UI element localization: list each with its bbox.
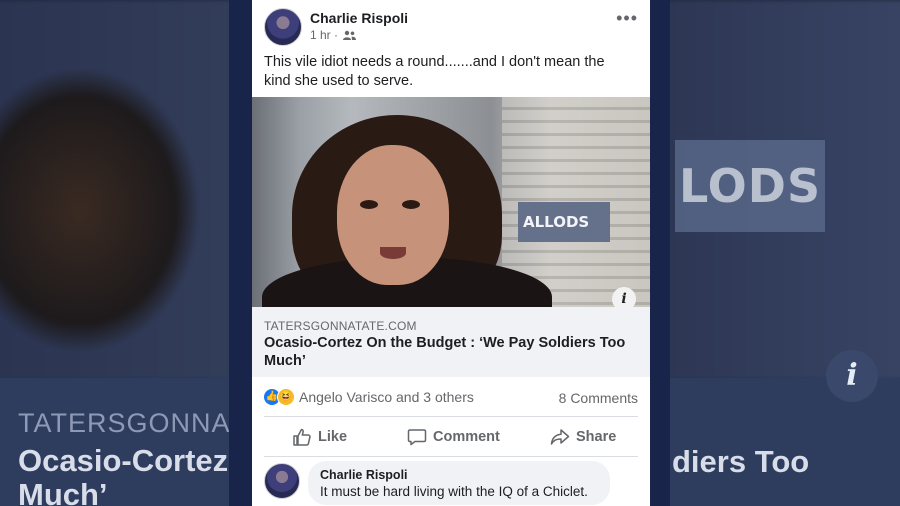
meta-separator: ·	[334, 28, 342, 42]
post-text: This vile idiot needs a round.......and …	[264, 54, 605, 89]
comment-text: It must be hard living with the IQ of a …	[320, 484, 588, 499]
info-icon[interactable]: i	[612, 287, 636, 307]
post-time[interactable]: 1 hr	[310, 28, 331, 42]
background-headline-line-2: Much’	[18, 477, 108, 506]
image-watermark: ALLODS	[518, 202, 610, 242]
comment-label: Comment	[433, 429, 500, 445]
comment-icon	[407, 429, 427, 446]
comment-avatar[interactable]	[264, 463, 300, 499]
haha-reaction-icon: 😆	[277, 388, 295, 407]
image-face	[337, 145, 449, 285]
link-title: Ocasio-Cortez On the Budget : ‘We Pay So…	[264, 335, 626, 369]
facebook-post: Charlie Rispoli 1 hr · ••• This vile idi…	[252, 0, 650, 506]
link-preview[interactable]: TATERSGONNATATE.COM Ocasio-Cortez On the…	[252, 307, 650, 377]
friends-icon	[343, 29, 357, 43]
post-meta: 1 hr ·	[310, 28, 357, 43]
comment-bubble: Charlie Rispoli It must be hard living w…	[308, 461, 610, 505]
thumbs-up-icon	[293, 428, 311, 446]
background-logo: LODS	[675, 140, 825, 232]
avatar[interactable]	[264, 8, 302, 46]
share-icon	[550, 429, 570, 445]
background-headline: Ocasio-Cortez Much’	[18, 444, 228, 506]
divider	[264, 416, 638, 417]
image-eye-right	[402, 200, 420, 209]
more-options-button[interactable]: •••	[616, 8, 638, 29]
comments-count[interactable]: 8 Comments	[559, 390, 638, 406]
background-headline-right: diers Too	[672, 444, 810, 479]
background-info-icon: i	[826, 350, 878, 402]
comment-author[interactable]: Charlie Rispoli	[320, 468, 408, 482]
reactions-summary[interactable]: 👍 😆 Angelo Varisco and 3 others	[264, 388, 474, 407]
image-eye-left	[360, 200, 378, 209]
link-domain: TATERSGONNATATE.COM	[264, 319, 417, 333]
comment-button[interactable]: Comment	[407, 427, 500, 447]
post-author[interactable]: Charlie Rispoli	[310, 10, 408, 26]
background-headline-line-1: Ocasio-Cortez	[18, 443, 229, 478]
action-bar: Like Comment Share	[252, 418, 650, 456]
like-button[interactable]: Like	[292, 427, 347, 447]
share-button[interactable]: Share	[550, 427, 616, 447]
reactors-text[interactable]: Angelo Varisco and 3 others	[299, 389, 474, 405]
divider	[264, 456, 638, 457]
post-image[interactable]: ALLODS i	[252, 97, 650, 307]
image-mouth	[380, 247, 406, 259]
background-site-text: TATERSGONNATA	[18, 408, 264, 438]
share-label: Share	[576, 429, 617, 445]
like-label: Like	[318, 429, 348, 445]
